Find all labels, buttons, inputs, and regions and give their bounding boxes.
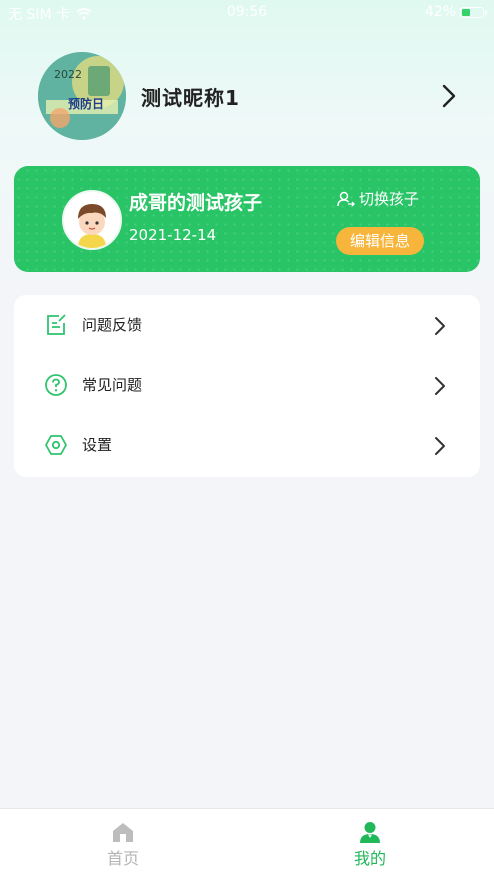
tab-bar: 首页 我的 <box>0 808 494 881</box>
chevron-right-icon <box>435 317 445 335</box>
menu-item-faq[interactable]: 常见问题 <box>14 355 480 415</box>
profile-header[interactable]: 2022 预防日 测试昵称1 <box>0 50 494 142</box>
tab-mine[interactable]: 我的 <box>320 821 420 869</box>
menu-item-feedback[interactable]: 问题反馈 <box>14 295 480 355</box>
menu-item-label: 问题反馈 <box>82 316 143 334</box>
boy-avatar-icon <box>64 192 120 248</box>
home-icon <box>113 823 133 842</box>
child-avatar <box>62 190 122 250</box>
tab-mine-label: 我的 <box>353 849 386 868</box>
tab-home-label: 首页 <box>106 849 139 868</box>
menu-item-label: 常见问题 <box>82 376 143 394</box>
status-bar: 无 SIM 卡 09:56 42% <box>0 0 494 26</box>
avatar-title: 预防日 <box>68 96 104 111</box>
feedback-icon <box>47 314 66 335</box>
nickname: 测试昵称1 <box>141 86 240 110</box>
child-birthday: 2021-12-14 <box>129 226 217 244</box>
tab-home[interactable]: 首页 <box>73 821 173 869</box>
menu-list: 问题反馈 常见问题 设置 <box>14 295 480 477</box>
chevron-right-icon[interactable] <box>441 84 457 108</box>
question-icon <box>45 374 67 396</box>
chevron-right-icon <box>435 437 445 455</box>
avatar-year: 2022 <box>54 68 82 81</box>
chevron-right-icon <box>435 377 445 395</box>
profile-icon <box>360 822 380 843</box>
switch-child-label: 切换孩子 <box>359 190 420 208</box>
switch-user-icon <box>337 191 355 206</box>
battery-icon <box>460 6 487 18</box>
avatar-image: 2022 预防日 <box>38 52 126 140</box>
switch-child-button[interactable]: 切换孩子 <box>337 188 419 209</box>
status-time: 09:56 <box>226 4 268 20</box>
child-card: 成哥的测试孩子 2021-12-14 切换孩子 编辑信息 <box>14 166 480 272</box>
settings-icon <box>45 435 67 455</box>
user-avatar[interactable]: 2022 预防日 <box>38 52 126 140</box>
menu-item-label: 设置 <box>82 436 113 454</box>
child-name: 成哥的测试孩子 <box>129 192 263 214</box>
edit-info-button[interactable]: 编辑信息 <box>336 227 424 255</box>
menu-item-settings[interactable]: 设置 <box>14 415 480 475</box>
battery-percent: 42% <box>424 4 456 20</box>
